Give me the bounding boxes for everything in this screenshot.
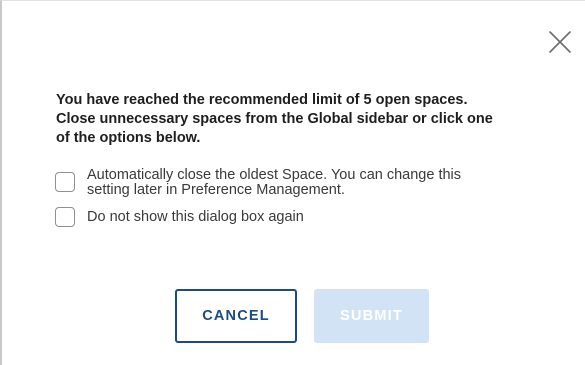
message-line: of the options below. (56, 130, 201, 146)
do-not-show-label: Do not show this dialog box again (87, 207, 304, 227)
auto-close-label: Automatically close the oldest Space. Yo… (87, 168, 461, 198)
do-not-show-checkbox[interactable] (55, 207, 75, 227)
cancel-button[interactable]: CANCEL (175, 289, 297, 343)
option-auto-close[interactable]: Automatically close the oldest Space. Yo… (55, 168, 461, 198)
message-line: Close unnecessary spaces from the Global… (56, 111, 493, 127)
close-icon (549, 31, 571, 53)
option-do-not-show[interactable]: Do not show this dialog box again (55, 207, 304, 227)
dialog: You have reached the recommended limit o… (0, 0, 585, 365)
close-button[interactable] (547, 29, 573, 55)
option-label-line: Automatically close the oldest Space. Yo… (87, 167, 462, 183)
submit-button[interactable]: SUBMIT (314, 289, 429, 343)
option-label-line: Do not show this dialog box again (87, 209, 304, 225)
option-label-line: setting later in Preference Management. (87, 182, 345, 198)
auto-close-checkbox[interactable] (55, 172, 75, 192)
dialog-message: You have reached the recommended limit o… (56, 91, 556, 148)
message-line: You have reached the recommended limit o… (56, 92, 468, 108)
